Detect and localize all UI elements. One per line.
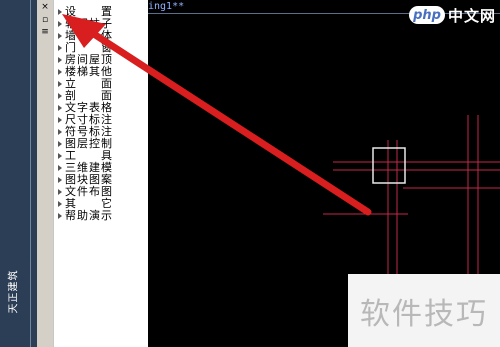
arrow-shaft xyxy=(76,21,372,216)
annotation-arrow xyxy=(62,14,372,216)
arrow-head xyxy=(62,14,106,48)
app-window: 天正建筑 × ▫ ≡ 设 置轴网柱子墙 体门 窗房间屋顶楼梯其他立 面剖 面文字… xyxy=(0,0,500,347)
